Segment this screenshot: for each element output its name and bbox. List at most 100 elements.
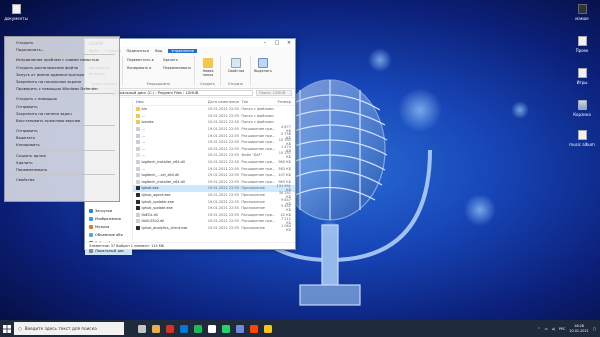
file-row[interactable]: ... 19.01.2021 22:55 Расширение при... 10 3… [133, 138, 295, 146]
context-menu-item[interactable]: Восстановить прежнюю версию [5, 117, 119, 124]
new-folder-button[interactable]: Новая папка [198, 58, 218, 77]
file-row[interactable]: logitech_installer_x64.dll 19.01.2021 22:… [133, 179, 295, 186]
file-row[interactable]: libGLESv2.dll 19.01.2021 22:55 Расширение … [133, 217, 295, 225]
context-menu-item[interactable]: Копировать [5, 141, 119, 148]
desktop-icon-documents[interactable]: документы [2, 4, 30, 21]
column-size[interactable]: Размер [275, 100, 295, 104]
file-row[interactable]: lghub_update.exe 19.01.2021 22:55 Приложен… [133, 204, 295, 212]
context-menu-item[interactable]: Закрепить на панели задач [5, 110, 119, 117]
file-type: Расширение при... [241, 219, 276, 224]
taskbar-app-icon[interactable] [236, 324, 244, 333]
context-menu-item[interactable]: Открыть [5, 39, 119, 46]
file-type: Папка с файлами [241, 113, 274, 118]
close-button[interactable]: × [283, 40, 295, 46]
context-menu-item[interactable]: Открыть с помощью [5, 95, 119, 102]
tab-view[interactable]: Вид [155, 49, 162, 53]
notification-icon[interactable]: ▢ [593, 327, 596, 331]
address-bar[interactable]: Локальный диск (C:) › Program Files › LG… [112, 90, 253, 96]
desktop-icon-2[interactable]: Проек [568, 36, 596, 53]
minimize-button[interactable]: – [259, 40, 271, 46]
file-row[interactable]: lghub_updater.exe 19.01.2021 22:55 Приложе… [133, 198, 295, 206]
context-menu-item[interactable]: Переименовать [5, 166, 119, 173]
select-button[interactable]: Выделить [253, 58, 273, 73]
start-button[interactable] [0, 320, 14, 337]
file-row[interactable]: bin 19.01.2021 22:55 Папка с файлами [133, 106, 295, 113]
taskbar-app-icon[interactable] [250, 324, 258, 333]
maximize-button[interactable]: □ [271, 40, 283, 46]
file-name-text: locales [141, 120, 154, 125]
volume-icon[interactable]: ◂) [552, 327, 555, 331]
context-menu-item[interactable]: Отправить [5, 127, 119, 134]
copy-to-button[interactable]: Копировать в [127, 66, 151, 70]
taskbar-app-icon[interactable] [152, 324, 160, 333]
folder-icon [203, 58, 213, 68]
taskbar-app-icon[interactable] [264, 324, 272, 333]
file-date: 19.01.2021 22:55 [207, 140, 239, 145]
context-menu-item[interactable]: Создать ярлык [5, 152, 119, 159]
context-menu-item[interactable]: Проверить с помощью Windows Defender [5, 85, 119, 92]
file-row[interactable]: libEGL.dll 19.01.2021 22:55 Расширение при… [133, 212, 295, 219]
tab-share[interactable]: Поделиться [126, 49, 149, 53]
nav-item-music[interactable]: Музыка [85, 223, 132, 231]
context-menu-item[interactable]: Открыть расположение файла [5, 64, 119, 71]
tab-manage[interactable]: Управление [168, 48, 197, 53]
context-menu-item[interactable]: Свойства [5, 176, 119, 183]
taskbar-app-icon[interactable] [208, 324, 216, 333]
file-row[interactable]: locales 19.01.2021 22:55 Папка с файлами [133, 119, 295, 126]
file-type: Папка с файлами [241, 107, 274, 112]
file-row[interactable]: logitech_...cel_x64.dll 19.01.2021 22:55 Р… [133, 172, 295, 179]
file-row[interactable]: ... 19.01.2021 22:55 Расширение при... 1 47… [133, 145, 295, 153]
file-row[interactable]: ... 19.01.2021 22:55 Расширение при... 2 75… [133, 132, 295, 140]
nav-item-downloads[interactable]: Загрузки [85, 207, 132, 215]
exe-icon [136, 186, 140, 191]
rename-button[interactable]: Переименовать [163, 66, 191, 70]
desktop-icon-3[interactable]: Игры [568, 68, 596, 85]
nav-item-3d-objects[interactable]: Объемные объ [85, 231, 132, 239]
properties-button[interactable]: Свойства [224, 58, 248, 73]
context-menu-item[interactable]: Вырезать [5, 134, 119, 141]
column-type[interactable]: Тип [241, 100, 275, 104]
desktop-icon-5[interactable]: music album [568, 130, 596, 147]
file-type: Расширение при... [241, 212, 276, 217]
context-menu-item[interactable]: Отправить [5, 103, 119, 110]
context-menu-item[interactable]: Удалить [5, 159, 119, 166]
ribbon-group-select: Выделить [251, 56, 275, 86]
file-row[interactable]: logitech_installer_x64.dll 19.01.2021 22:… [133, 159, 295, 166]
desktop-icon-recycle-bin[interactable]: Корзина [568, 100, 596, 117]
file-row[interactable]: lghub_agent.exe 19.01.2021 22:55 Приложени… [133, 191, 295, 199]
taskbar-app-icon[interactable] [138, 324, 146, 333]
context-menu-item[interactable]: Закрепить на начальном экране [5, 78, 119, 85]
taskbar-app-icon[interactable] [222, 324, 230, 333]
clock[interactable]: 16:28 20.01.2021 [569, 324, 588, 333]
taskbar-app-icon[interactable] [180, 324, 188, 333]
file-row[interactable]: ... 19.01.2021 22:55 Расширение при... 4 87… [133, 125, 295, 133]
exe-icon [136, 206, 140, 211]
file-date: 19.01.2021 22:55 [207, 206, 239, 211]
file-name: lghub_agent.exe [133, 193, 208, 198]
file-row[interactable]: ... 19.01.2021 22:55 Папка с файлами [133, 113, 295, 120]
network-icon[interactable]: ▭ [545, 327, 548, 331]
language-indicator[interactable]: РУС [559, 327, 565, 331]
taskbar-search[interactable]: ○ Введите здесь текст для поиска [14, 322, 124, 335]
file-name: ... [133, 146, 208, 151]
dll-icon [136, 212, 140, 217]
ribbon-group-open: Свойства Открыть [221, 56, 251, 86]
file-row[interactable]: ... 19.01.2021 22:55 Расширение при... 563 … [133, 165, 295, 172]
desktop-icon-1[interactable]: мамае [568, 4, 596, 21]
taskbar-app-icon[interactable] [166, 324, 174, 333]
move-to-button[interactable]: Переместить в [127, 58, 154, 62]
file-row[interactable]: lghub_analytics_client.exe 19.01.2021 22:… [133, 224, 295, 232]
app-icon [577, 4, 587, 14]
context-menu-item[interactable]: Исправление проблем с совместимостью [5, 56, 119, 63]
taskbar-app-icon[interactable] [194, 324, 202, 333]
context-menu-item[interactable]: Запуск от имени администратора [5, 71, 119, 78]
file-row[interactable]: ... 19.01.2021 22:55 Файл "DAT" 10 237 КБ [133, 151, 295, 159]
search-input[interactable]: Поиск: LGHUB [256, 90, 292, 96]
delete-button[interactable]: Удалить [163, 58, 178, 62]
column-date[interactable]: Дата изменения [208, 100, 242, 104]
nav-item-pictures[interactable]: Изображения [85, 215, 132, 223]
context-menu-item[interactable]: Подключить... [5, 46, 119, 53]
column-name[interactable]: Имя [133, 100, 208, 104]
chevron-up-icon[interactable]: ^ [538, 327, 541, 331]
file-row[interactable]: lghub.exe 19.01.2021 22:55 Приложение 131 9… [133, 184, 295, 192]
